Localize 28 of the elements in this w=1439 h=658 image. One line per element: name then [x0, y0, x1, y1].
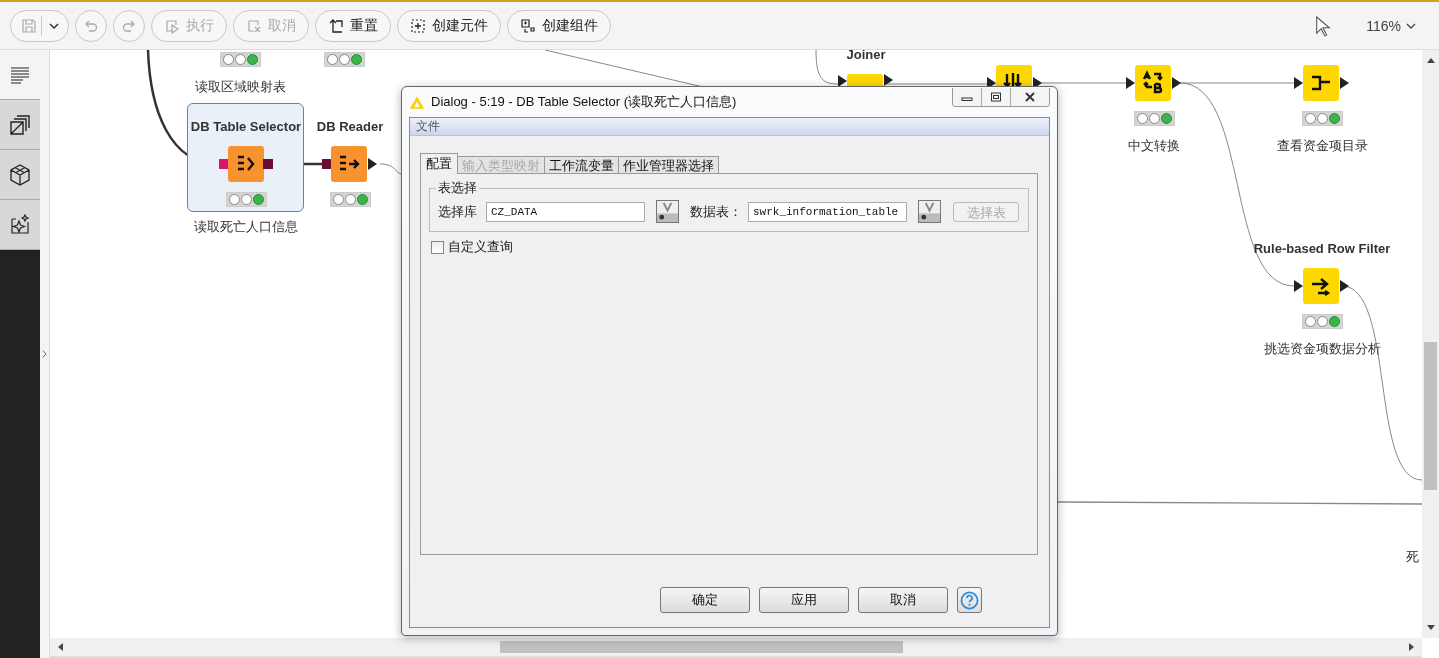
input-field[interactable]: CZ_DATA	[486, 201, 645, 222]
field-label: 数据表：	[690, 202, 742, 221]
node-label[interactable]: 查看资金项目录	[1276, 137, 1368, 155]
dialog-button[interactable]: 应用	[759, 587, 849, 613]
node-label[interactable]: 读取区域映射表	[194, 78, 286, 96]
input-field[interactable]: swrk_information_table	[748, 201, 907, 222]
dialog-button[interactable]: 取消	[858, 587, 948, 613]
field-label: 选择库	[438, 202, 477, 221]
dialog-button[interactable]: 确定	[660, 587, 750, 613]
node-title: DB Table Selector	[190, 119, 302, 136]
component-button[interactable]: 创建组件	[507, 9, 611, 42]
window-title: Dialog - 5:19 - DB Table Selector (读取死亡人口信息)	[431, 93, 737, 111]
node-title: DB Reader	[316, 119, 384, 136]
node-label[interactable]: 死	[1406, 548, 1419, 566]
node-label[interactable]: 挑选资金项数据分析	[1263, 340, 1381, 358]
node-label[interactable]: 读取死亡人口信息	[194, 218, 298, 236]
metanode-button[interactable]: 创建元件	[397, 9, 501, 42]
reset-button[interactable]: 重置	[315, 9, 391, 42]
menu-item[interactable]: 文件	[416, 118, 440, 135]
node-title: Joiner	[846, 50, 886, 64]
tab[interactable]: 作业管理器选择	[618, 156, 719, 174]
group-title: 表选择	[437, 179, 478, 197]
node-title: Rule-based Row Filter	[1253, 241, 1391, 258]
checkbox-label: 自定义查询	[448, 238, 513, 256]
tab[interactable]: 工作流变量	[544, 156, 619, 174]
tab[interactable]: 配置	[420, 153, 458, 174]
zoom-dropdown[interactable]: 116%	[1366, 17, 1417, 34]
node-label[interactable]: 中文转换	[1128, 137, 1180, 155]
